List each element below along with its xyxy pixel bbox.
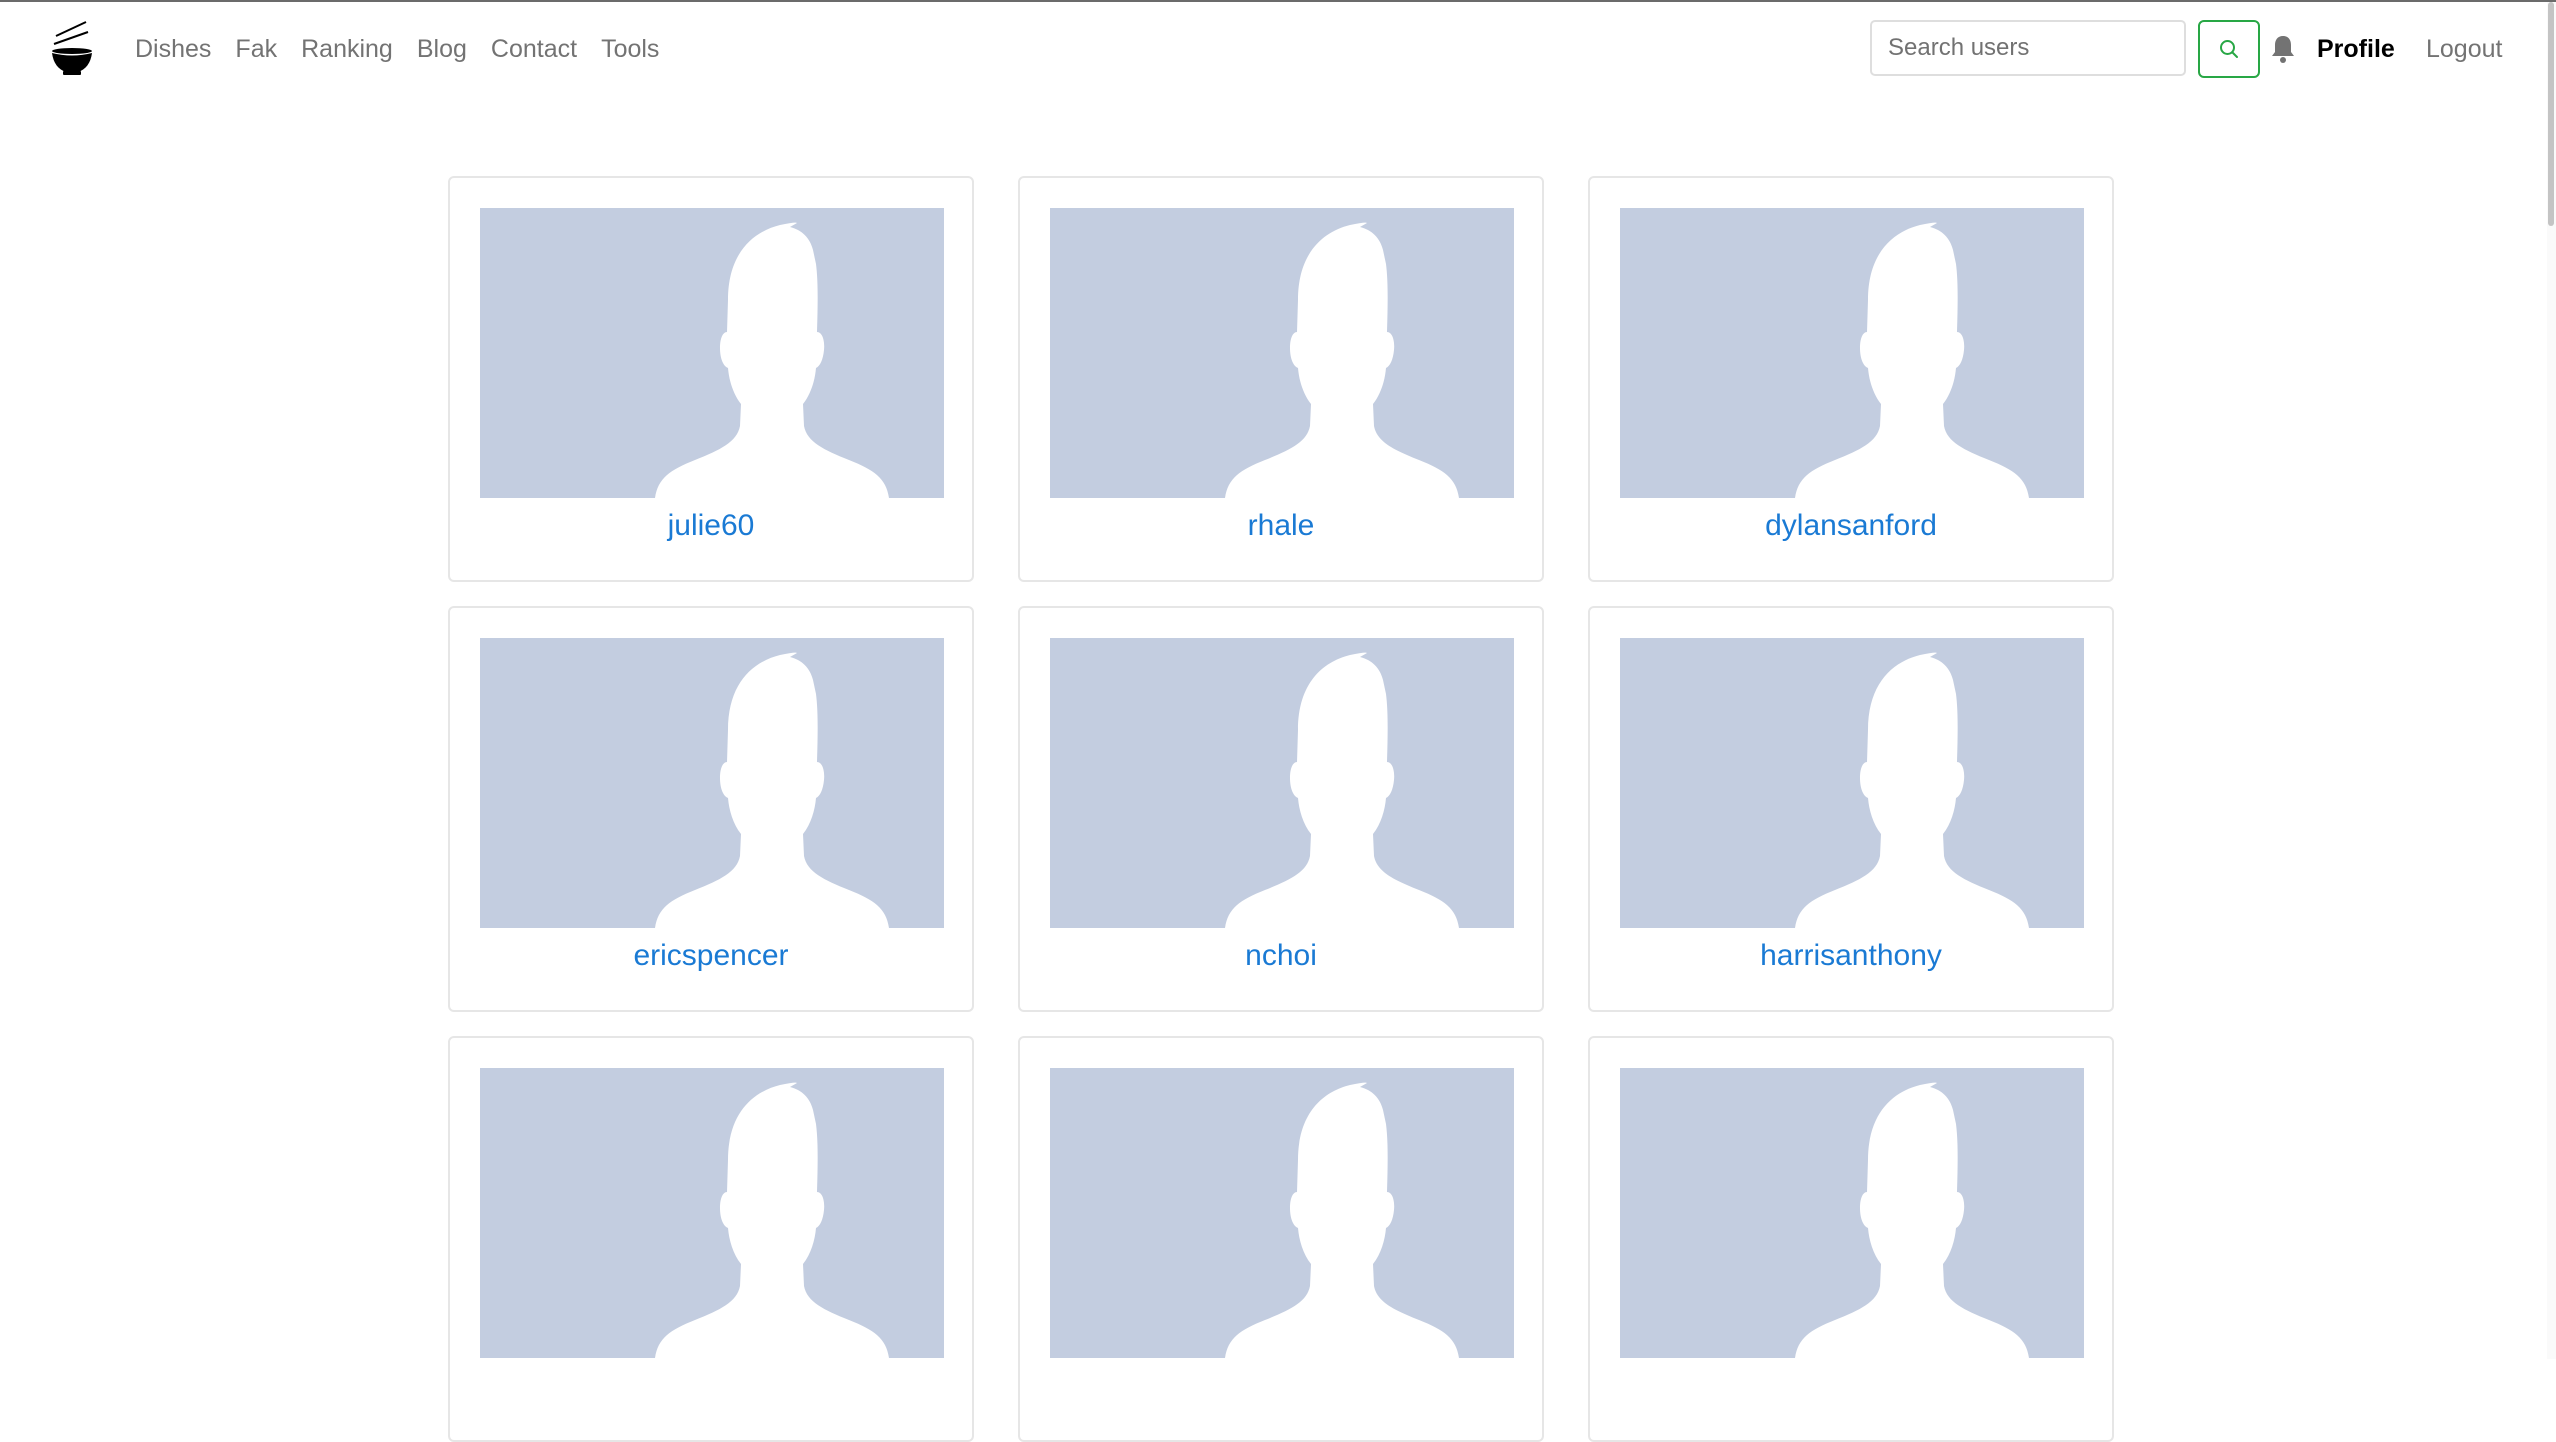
default-avatar-silhouette (1795, 652, 2029, 928)
user-avatar[interactable] (1620, 208, 2084, 498)
user-card[interactable]: ericspencer (448, 606, 974, 1012)
username-link[interactable]: rhale (1020, 506, 1542, 546)
logout-link[interactable]: Logout (2426, 32, 2502, 66)
top-navbar: Dishes Fak Ranking Blog Contact Tools Pr… (0, 2, 2556, 96)
bell-icon[interactable] (2270, 34, 2296, 64)
user-card[interactable] (1018, 1036, 1544, 1442)
default-avatar-silhouette (655, 222, 889, 498)
nav-link-ranking[interactable]: Ranking (301, 32, 393, 66)
user-avatar[interactable] (1050, 1068, 1514, 1358)
default-avatar-silhouette (1225, 1082, 1459, 1358)
username-link[interactable]: dylansanford (1590, 506, 2112, 546)
user-avatar[interactable] (480, 638, 944, 928)
nav-link-contact[interactable]: Contact (491, 32, 577, 66)
default-avatar-silhouette (655, 1082, 889, 1358)
user-avatar[interactable] (1620, 1068, 2084, 1358)
search-icon (2220, 40, 2238, 58)
username-link[interactable]: nchoi (1020, 936, 1542, 976)
user-avatar[interactable] (480, 1068, 944, 1358)
search-button[interactable] (2198, 20, 2260, 78)
username-link[interactable]: julie60 (450, 506, 972, 546)
user-card[interactable]: rhale (1018, 176, 1544, 582)
user-card[interactable]: nchoi (1018, 606, 1544, 1012)
noodle-bowl-icon[interactable] (50, 20, 94, 76)
default-avatar-silhouette (655, 652, 889, 928)
default-avatar-silhouette (1795, 222, 2029, 498)
user-avatar[interactable] (1620, 638, 2084, 928)
user-card[interactable] (1588, 1036, 2114, 1442)
page-scrollbar[interactable] (2547, 2, 2556, 1359)
username-link[interactable]: ericspencer (450, 936, 972, 976)
username-link[interactable]: harrisanthony (1590, 936, 2112, 976)
default-avatar-silhouette (1225, 652, 1459, 928)
nav-link-fak[interactable]: Fak (235, 32, 277, 66)
default-avatar-silhouette (1225, 222, 1459, 498)
user-card[interactable] (448, 1036, 974, 1442)
main-nav-links: Dishes Fak Ranking Blog Contact Tools (135, 32, 683, 66)
nav-link-blog[interactable]: Blog (417, 32, 467, 66)
user-avatar[interactable] (1050, 208, 1514, 498)
nav-link-tools[interactable]: Tools (601, 32, 659, 66)
user-avatar[interactable] (480, 208, 944, 498)
user-grid: julie60 rhale dylansanford ericspencer nchoi… (448, 176, 2114, 1442)
user-card[interactable]: dylansanford (1588, 176, 2114, 582)
scrollbar-thumb[interactable] (2548, 2, 2554, 226)
search-users-input[interactable] (1870, 20, 2186, 76)
user-card[interactable]: harrisanthony (1588, 606, 2114, 1012)
profile-link[interactable]: Profile (2317, 32, 2395, 66)
user-avatar[interactable] (1050, 638, 1514, 928)
default-avatar-silhouette (1795, 1082, 2029, 1358)
nav-link-dishes[interactable]: Dishes (135, 32, 211, 66)
user-card[interactable]: julie60 (448, 176, 974, 582)
